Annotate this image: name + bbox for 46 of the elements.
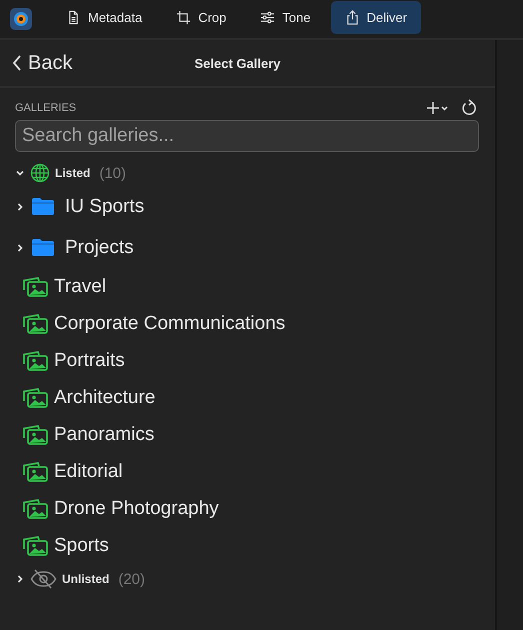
item-count: (20) <box>118 570 146 588</box>
gallery-name[interactable]: Architecture <box>54 386 156 408</box>
gallery-name[interactable]: Sports <box>54 534 109 556</box>
share-icon <box>344 10 360 24</box>
folder-icon <box>31 197 55 216</box>
folder-name[interactable]: Projects <box>65 236 134 258</box>
chevron-right-icon[interactable] <box>15 242 25 252</box>
gallery-name[interactable]: Editorial <box>54 460 123 482</box>
photos-icon <box>22 498 48 520</box>
toolbar-tab[interactable]: Deliver <box>330 0 422 34</box>
refresh-icon <box>461 99 477 117</box>
folder-icon <box>31 238 55 257</box>
chevron-right-icon[interactable] <box>15 202 25 212</box>
folder-name[interactable]: IU Sports <box>65 196 144 218</box>
photos-icon <box>22 350 48 372</box>
hidden-eye-icon <box>30 569 57 589</box>
item-count: (10) <box>99 164 126 182</box>
section-heading: GALLERIES <box>15 102 78 114</box>
crop-icon <box>176 10 192 24</box>
search-field[interactable]: Search galleries... <box>15 120 479 152</box>
gallery-name[interactable]: Portraits <box>54 350 125 372</box>
app-logo[interactable] <box>10 8 32 30</box>
sliders-icon <box>260 10 276 24</box>
gallery-name[interactable]: Travel <box>54 276 106 298</box>
chevron-right-icon[interactable] <box>15 574 25 584</box>
document-icon <box>66 10 81 24</box>
section-label[interactable]: Unlisted <box>62 572 110 586</box>
toolbar-tab[interactable]: Crop <box>162 0 240 34</box>
photos-icon <box>22 312 48 334</box>
photos-icon <box>22 276 48 298</box>
gallery-name[interactable]: Drone Photography <box>54 498 219 520</box>
photos-icon <box>22 424 48 446</box>
globe-icon <box>30 163 50 183</box>
photos-icon <box>22 460 48 482</box>
section-label[interactable]: Listed <box>55 166 90 180</box>
back-button[interactable]: Back <box>0 52 72 74</box>
gallery-name[interactable]: Corporate Communications <box>54 312 286 334</box>
plus-icon <box>427 101 449 115</box>
gallery-name[interactable]: Panoramics <box>54 424 154 446</box>
back-chevron-icon <box>12 54 22 72</box>
panel-title: Select Gallery <box>194 56 280 70</box>
toolbar-tab[interactable]: Metadata <box>52 0 156 34</box>
toolbar-tab[interactable]: Tone <box>246 0 325 34</box>
photos-icon <box>22 386 48 408</box>
photos-icon <box>22 534 48 556</box>
chevron-down-icon[interactable] <box>15 168 25 178</box>
